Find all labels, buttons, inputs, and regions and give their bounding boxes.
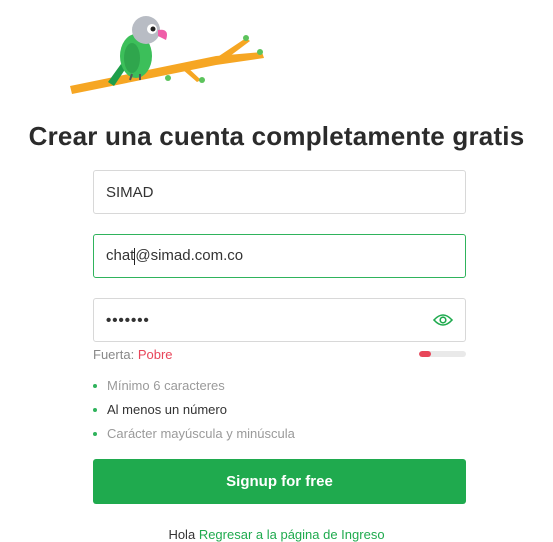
bullet-icon (93, 432, 97, 436)
password-requirements: Mínimo 6 caracteres Al menos un número C… (93, 378, 295, 450)
footer-text: Hola Regresar a la página de Ingreso (0, 527, 553, 542)
email-field[interactable]: chat@simad.com.co (93, 234, 466, 278)
password-field[interactable]: ••••••• (93, 298, 466, 342)
password-strength-text: Fuerta: Pobre (93, 347, 173, 362)
strength-value: Pobre (137, 347, 173, 362)
eye-icon[interactable] (433, 313, 453, 327)
footer-prefix: Hola (168, 527, 196, 542)
signup-button[interactable]: Signup for free (93, 459, 466, 504)
requirement-item: Mínimo 6 caracteres (93, 378, 295, 402)
requirement-item: Al menos un número (93, 402, 295, 426)
strength-meter-fill (419, 351, 431, 357)
password-field-value: ••••••• (106, 311, 150, 329)
strength-label: Fuerta: (93, 347, 135, 362)
strength-meter (419, 351, 466, 357)
bullet-icon (93, 408, 97, 412)
name-field-value: SIMAD (106, 183, 154, 201)
page-title: Crear una cuenta completamente gratis (28, 121, 525, 151)
parrot-on-branch-icon (70, 16, 264, 94)
email-field-value: chat@simad.com.co (106, 247, 244, 265)
name-field[interactable]: SIMAD (93, 170, 466, 214)
back-to-login-link[interactable]: Regresar a la página de Ingreso (199, 527, 385, 542)
requirement-item: Carácter mayúscula y minúscula (93, 426, 295, 450)
bullet-icon (93, 384, 97, 388)
